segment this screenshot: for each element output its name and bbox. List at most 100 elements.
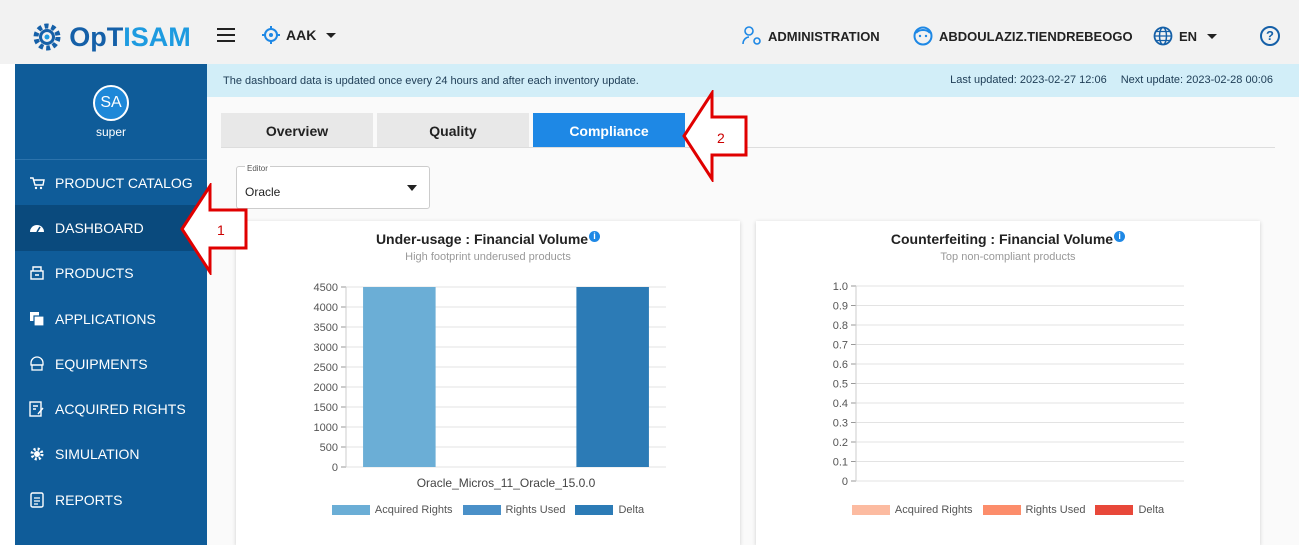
top-bar: OpTISAM AAK ADMINISTRATION ABDOULAZIZ.TI… (0, 0, 1299, 64)
gear-logo-icon (33, 23, 61, 51)
x-tick-label: Oracle_Micros_11_Oracle_15.0.0 (417, 476, 596, 490)
y-tick-label: 2500 (314, 362, 338, 374)
sidebar-item-applications[interactable]: APPLICATIONS (15, 296, 207, 341)
sidebar-item-simulation[interactable]: SIMULATION (15, 432, 207, 477)
y-tick-label: 0.7 (833, 340, 848, 352)
y-tick-label: 0.4 (833, 398, 848, 410)
legend-item[interactable]: Acquired Rights (851, 504, 973, 516)
sidebar-item-product-catalog[interactable]: PRODUCT CATALOG (15, 160, 207, 205)
language-label: EN (1179, 28, 1198, 44)
tab-quality[interactable]: Quality (377, 113, 529, 148)
logo-text: OpTISAM (69, 21, 191, 52)
legend-label: Rights Used (1025, 504, 1086, 516)
legend-label: Acquired Rights (374, 504, 453, 516)
chart-subtitle: High footprint underused products (405, 251, 571, 263)
annotation-arrow-1 (180, 183, 248, 275)
sidebar-item-label: PRODUCTS (55, 265, 134, 282)
legend-label: Acquired Rights (894, 504, 973, 516)
legend-item[interactable]: Rights Used (982, 504, 1086, 516)
sidebar-item-label: DASHBOARD (55, 219, 144, 236)
administration-link[interactable]: ADMINISTRATION (742, 26, 880, 46)
info-icon[interactable]: i (1114, 231, 1126, 242)
tenant-selector[interactable]: AAK (262, 26, 337, 44)
tab-compliance[interactable]: Compliance (533, 113, 685, 148)
copy-icon (29, 311, 45, 327)
update-banner: The dashboard data is updated once every… (207, 64, 1299, 97)
y-tick-label: 0.8 (833, 320, 848, 332)
user-menu[interactable]: ABDOULAZIZ.TIENDREBEOGO (913, 26, 1133, 46)
legend-item[interactable]: Delta (1095, 504, 1164, 516)
y-tick-label: 0.2 (833, 437, 848, 449)
gauge-icon (29, 220, 45, 236)
tab-overview[interactable]: Overview (221, 113, 373, 148)
y-tick-label: 0.5 (833, 379, 848, 391)
language-selector[interactable]: EN (1153, 26, 1218, 46)
administration-label: ADMINISTRATION (768, 28, 880, 44)
bar-acquired-rights[interactable] (363, 287, 436, 467)
y-tick-label: 0.9 (833, 301, 848, 313)
chart-title: Under-usage : Financial Volume (375, 231, 589, 247)
y-tick-label: 1500 (314, 402, 338, 414)
legend-item[interactable]: Rights Used (462, 504, 566, 516)
annotation-arrow-2 (682, 90, 748, 182)
sidebar-item-dashboard[interactable]: DASHBOARD (15, 205, 207, 251)
legend-label: Rights Used (505, 504, 566, 516)
y-tick-label: 0.6 (833, 359, 848, 371)
counterfeiting-chart: 1.0 0.9 0.8 0.7 0.6 0.5 0.4 0.3 0.2 0.1 0 (833, 281, 1184, 488)
sidebar-item-label: SIMULATION (55, 446, 140, 463)
help-icon[interactable]: ? (1260, 26, 1280, 46)
target-icon (262, 26, 280, 44)
info-icon[interactable]: i (589, 231, 601, 242)
user-face-icon (913, 26, 933, 46)
sidebar-username: super (95, 124, 127, 139)
menu-icon[interactable] (217, 28, 235, 42)
y-tick-label: 3000 (314, 342, 338, 354)
chevron-down-icon (1207, 33, 1218, 39)
report-icon (29, 492, 45, 508)
chart-title-wrap: Counterfeiting : Financial Volume i (756, 231, 1260, 247)
chevron-down-icon (326, 32, 337, 38)
legend-label: Delta (1138, 504, 1165, 516)
tenant-label: AAK (286, 27, 317, 43)
cog-icon (29, 446, 45, 462)
bar-delta[interactable] (576, 287, 649, 467)
sidebar-item-reports[interactable]: REPORTS (15, 477, 207, 522)
package-icon (29, 265, 45, 281)
annotation-label-1: 1 (217, 222, 225, 238)
sidebar-item-label: APPLICATIONS (55, 310, 156, 327)
chevron-down-icon (407, 185, 417, 191)
banner-message: The dashboard data is updated once every… (223, 74, 639, 87)
sidebar: SA super PRODUCT CATALOG DASHBOARD PRODU… (15, 64, 207, 545)
sidebar-item-products[interactable]: PRODUCTS (15, 251, 207, 296)
chart-legend: Acquired Rights Rights Used Delta (236, 504, 740, 516)
editor-select[interactable]: Editor Oracle (236, 164, 430, 209)
y-tick-label: 4000 (314, 302, 338, 314)
chart-title-wrap: Under-usage : Financial Volume i (236, 231, 740, 247)
underusage-chart-card: Under-usage : Financial Volume i High foo… (236, 221, 740, 545)
sidebar-item-label: REPORTS (55, 491, 123, 508)
counterfeiting-chart-card: Counterfeiting : Financial Volume i Top n… (756, 221, 1260, 545)
sidebar-item-label: ACQUIRED RIGHTS (55, 401, 186, 418)
user-profile: SA super (15, 64, 207, 160)
y-tick-label: 0 (332, 462, 338, 474)
chart-subtitle: Top non-compliant products (940, 251, 1076, 263)
legend-label: Delta (618, 504, 645, 516)
y-tick-label: 0.1 (833, 457, 848, 469)
chart-legend: Acquired Rights Rights Used Delta (756, 504, 1260, 516)
sidebar-item-equipments[interactable]: EQUIPMENTS (15, 341, 207, 386)
last-updated: Last updated: 2023-02-27 12:06 (950, 74, 1107, 86)
avatar[interactable]: SA (93, 84, 129, 121)
y-tick-label: 2000 (314, 382, 338, 394)
legend-item[interactable]: Acquired Rights (331, 504, 453, 516)
y-tick-label: 3500 (314, 322, 338, 334)
annotation-label-2: 2 (717, 130, 725, 146)
user-name: ABDOULAZIZ.TIENDREBEOGO (939, 28, 1133, 44)
y-tick-label: 1000 (314, 422, 338, 434)
sidebar-item-acquired-rights[interactable]: ACQUIRED RIGHTS (15, 386, 207, 431)
y-tick-label: 500 (320, 442, 338, 454)
user-cog-icon (742, 26, 761, 45)
sidebar-item-label: EQUIPMENTS (55, 355, 148, 372)
underusage-chart: 4500 4000 3500 3000 2500 2000 1500 1000 500 0 Orac… (314, 282, 666, 490)
legend-item[interactable]: Delta (575, 504, 644, 516)
app-logo[interactable]: OpTISAM (15, 10, 207, 64)
